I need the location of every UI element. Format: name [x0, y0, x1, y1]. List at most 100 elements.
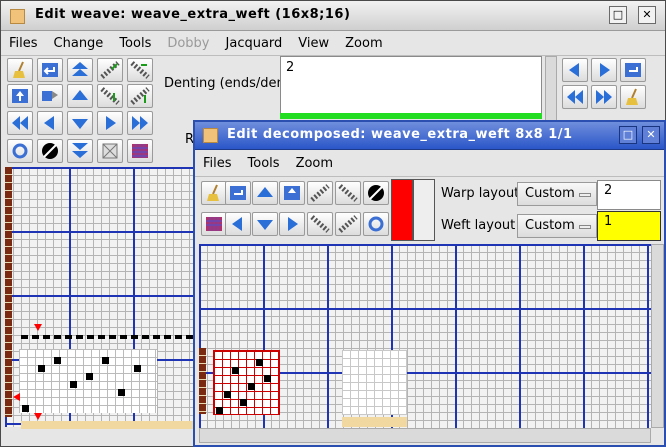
decomposed-cell: [216, 407, 223, 414]
pattern-icon[interactable]: [201, 212, 227, 236]
title-bar[interactable]: Edit weave: weave_extra_weft (16x8;16) □…: [1, 1, 665, 31]
arrow-up-icon[interactable]: [67, 84, 93, 108]
denting-scrollbar[interactable]: [545, 56, 557, 124]
weave-cell: [38, 365, 45, 372]
weave-cell: [102, 357, 109, 364]
shift-down-icon[interactable]: [67, 139, 93, 163]
weave-cell: [118, 389, 125, 396]
close-button[interactable]: ✕: [638, 6, 656, 24]
undo-icon[interactable]: [225, 181, 251, 205]
weave-cell: [134, 365, 141, 372]
app-icon: [203, 128, 218, 143]
arrow-left-icon[interactable]: [225, 212, 251, 236]
weave-cell: [70, 381, 77, 388]
close-button[interactable]: ✕: [642, 126, 660, 144]
arrow-left-icon[interactable]: [37, 111, 63, 135]
menu-tools[interactable]: Tools: [111, 36, 159, 51]
menu-files[interactable]: Files: [1, 36, 46, 51]
window-title: Edit decomposed: weave_extra_weft 8x8 1/…: [227, 127, 573, 142]
right-broom-icon[interactable]: [620, 85, 646, 109]
refresh-icon[interactable]: [363, 212, 389, 236]
decomposed-cell: [224, 391, 231, 398]
warp-layout-select[interactable]: Custom: [517, 182, 597, 206]
warp-color-swatch[interactable]: [391, 179, 413, 241]
fast-right-icon[interactable]: [127, 111, 153, 135]
warp-layout-value: Custom: [525, 186, 575, 201]
app-icon: [10, 9, 25, 24]
twill-up-icon[interactable]: [97, 58, 123, 82]
title-bar[interactable]: Edit decomposed: weave_extra_weft 8x8 1/…: [195, 122, 664, 150]
rotate-icon[interactable]: [37, 84, 63, 108]
warp-color-strip[interactable]: [342, 417, 407, 427]
right-arrow-right-icon[interactable]: [591, 58, 617, 82]
twill-left-icon[interactable]: [97, 84, 123, 108]
undo-icon[interactable]: [37, 58, 63, 82]
twill-up-icon[interactable]: [307, 181, 333, 205]
shift-up-box-icon[interactable]: [7, 84, 33, 108]
broom-icon[interactable]: [7, 58, 33, 82]
twill-right-icon[interactable]: [127, 84, 153, 108]
weave-cell: [22, 405, 29, 412]
menu-dobby: Dobby: [167, 36, 210, 51]
weft-layout-select[interactable]: Custom: [517, 214, 597, 238]
denting-label: Denting (ends/dent): [164, 76, 295, 91]
warp-color-strip[interactable]: [21, 421, 197, 429]
edit-decomposed-window: Edit decomposed: weave_extra_weft 8x8 1/…: [193, 120, 666, 447]
arrow-right-icon[interactable]: [97, 111, 123, 135]
cursor-marker-top-icon: [34, 324, 42, 331]
right-fast-right-icon[interactable]: [591, 85, 617, 109]
horizontal-scrollbar[interactable]: [199, 428, 651, 443]
menu-bar: Files Tools Zoom: [195, 151, 664, 177]
menu-change[interactable]: Change: [46, 36, 112, 51]
fast-left-icon[interactable]: [7, 111, 33, 135]
menu-jacquard[interactable]: Jacquard: [218, 36, 291, 51]
denting-input[interactable]: 2: [280, 56, 542, 114]
vertical-scrollbar[interactable]: [651, 244, 664, 428]
arrow-right-icon[interactable]: [279, 212, 305, 236]
combo-indicator-icon: [579, 193, 591, 197]
window-title: Edit weave: weave_extra_weft (16x8;16): [35, 7, 351, 22]
menu-zoom[interactable]: Zoom: [288, 156, 341, 171]
broom-icon[interactable]: [201, 181, 227, 205]
menu-view[interactable]: View: [290, 36, 337, 51]
cursor-marker-left-icon: [13, 393, 20, 401]
weft-color-strip[interactable]: [199, 348, 206, 414]
weave-cell: [54, 357, 61, 364]
combo-indicator-icon: [579, 225, 591, 229]
shift-up-box-icon[interactable]: [279, 181, 305, 205]
arrow-up-icon[interactable]: [252, 181, 278, 205]
arrow-down-icon[interactable]: [252, 212, 278, 236]
shift-up-icon[interactable]: [67, 58, 93, 82]
weft-layout-value: Custom: [525, 218, 575, 233]
menu-bar: Files Change Tools Dobby Jacquard View Z…: [1, 32, 665, 56]
twill-down-icon[interactable]: [335, 181, 361, 205]
maximize-button[interactable]: □: [619, 126, 637, 144]
weft-color-swatch[interactable]: [413, 179, 435, 241]
weave-pattern[interactable]: [19, 349, 157, 413]
twill-left-icon[interactable]: [307, 212, 333, 236]
menu-files[interactable]: Files: [195, 156, 240, 171]
warp-layout-count[interactable]: 2: [597, 180, 661, 210]
arrow-down-icon[interactable]: [67, 111, 93, 135]
maximize-button[interactable]: □: [609, 6, 627, 24]
weft-color-strip[interactable]: [5, 167, 12, 417]
twill-down-icon[interactable]: [127, 58, 153, 82]
warp-layout-label: Warp layout: [441, 186, 520, 201]
refresh-icon[interactable]: [7, 139, 33, 163]
right-arrow-left-icon[interactable]: [562, 58, 588, 82]
menu-tools[interactable]: Tools: [240, 156, 288, 171]
denting-value: 2: [286, 60, 295, 75]
right-undo-icon[interactable]: [620, 58, 646, 82]
invert-icon[interactable]: [363, 181, 389, 205]
pattern-icon[interactable]: [127, 139, 153, 163]
decomposed-cell: [256, 359, 263, 366]
decomposed-cell: [240, 399, 247, 406]
menu-zoom[interactable]: Zoom: [337, 36, 390, 51]
right-fast-left-icon[interactable]: [562, 85, 588, 109]
decomposed-pattern-empty[interactable]: [342, 350, 407, 415]
weft-layout-count[interactable]: 1: [597, 211, 661, 241]
clear-icon[interactable]: [97, 139, 123, 163]
twill-right-icon[interactable]: [335, 212, 361, 236]
cursor-marker-bottom-icon: [34, 413, 42, 420]
invert-icon[interactable]: [37, 139, 63, 163]
